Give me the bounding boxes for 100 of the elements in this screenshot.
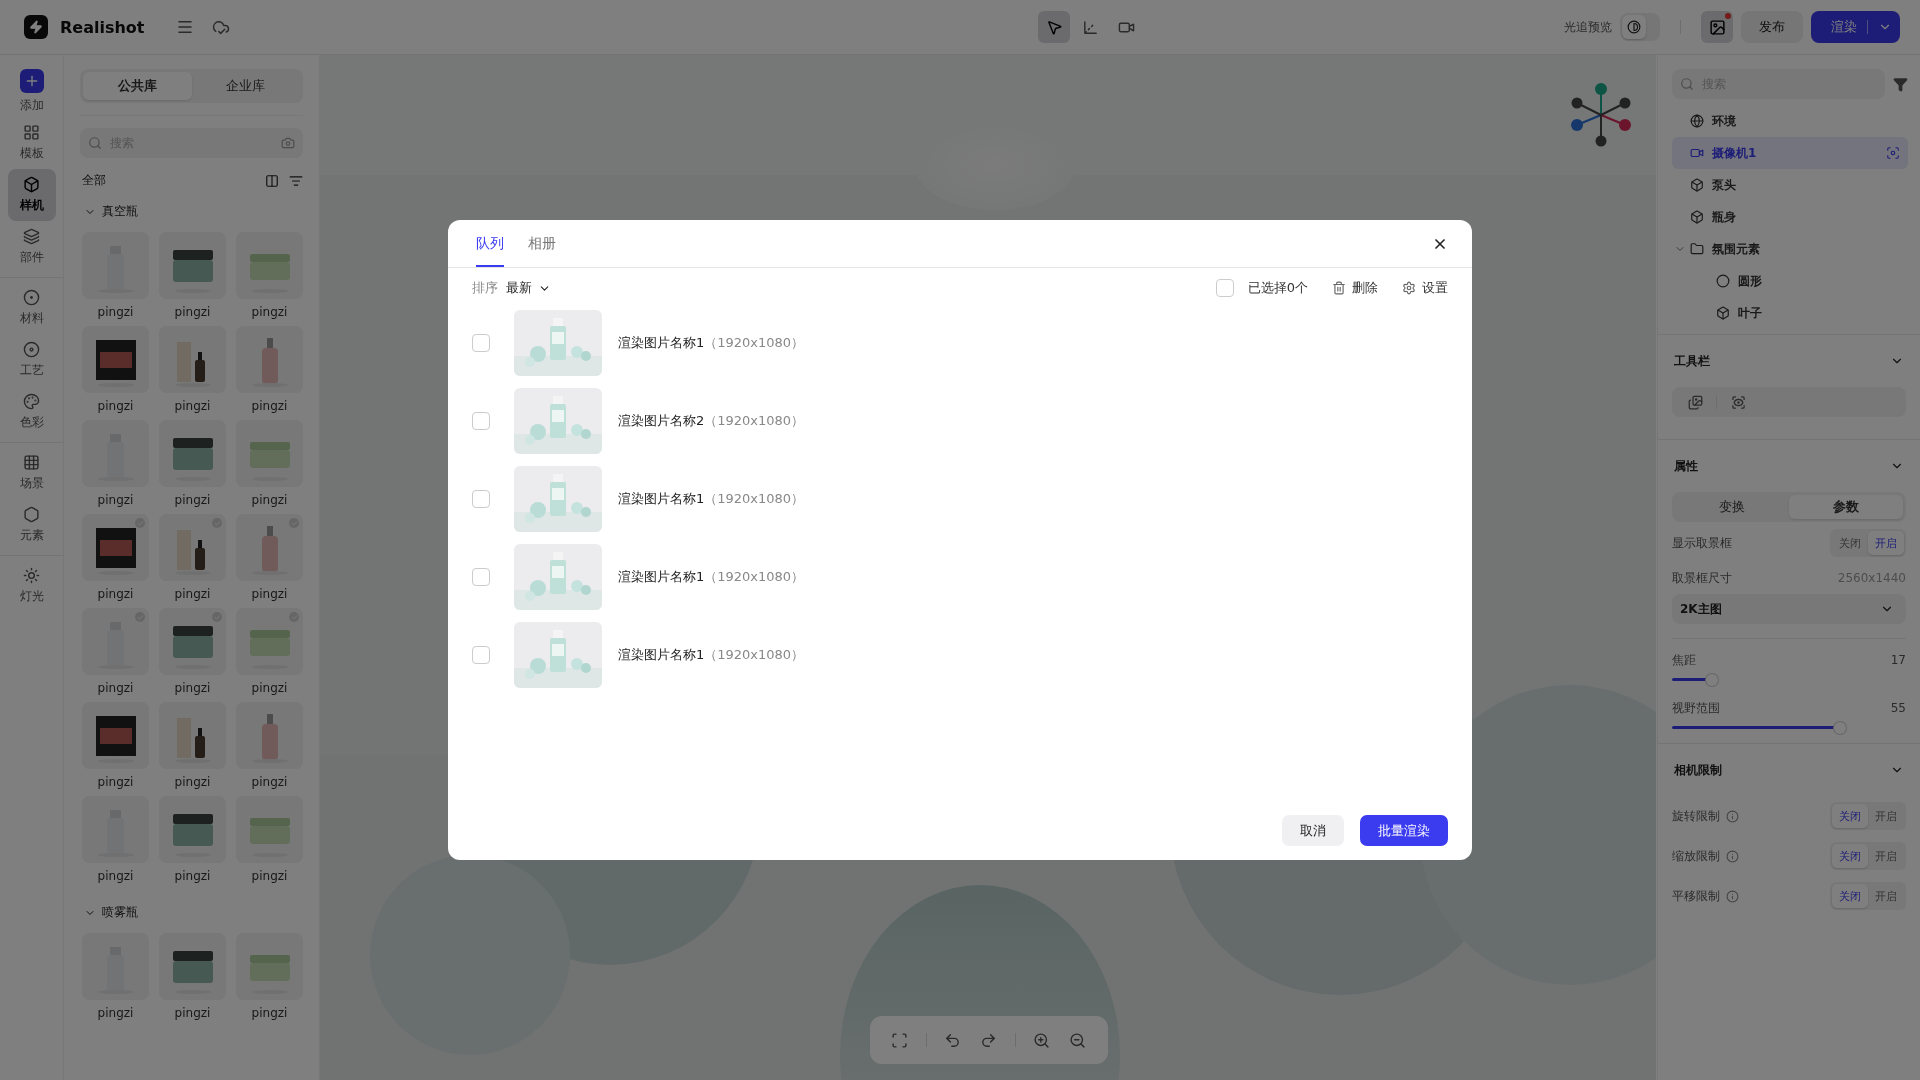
field-label: 平移限制 (1672, 887, 1720, 905)
section-header[interactable]: 工具栏 (1672, 335, 1906, 387)
rail-item[interactable]: 元素 (7, 499, 56, 551)
filter-label: 全部 (82, 172, 106, 189)
plus-icon (19, 68, 44, 93)
property-tab[interactable]: 变换 (1675, 495, 1789, 519)
category-title: 真空瓶 (102, 203, 138, 220)
toggle-option[interactable]: 开启 (1868, 531, 1904, 555)
section-header[interactable]: 属性 (1672, 440, 1906, 492)
asset-label: pingzi (251, 681, 288, 695)
tree-item-label: 瓶身 (1712, 208, 1736, 226)
tree-item-label: 环境 (1712, 112, 1736, 130)
toggle-option[interactable]: 开启 (1868, 844, 1904, 868)
asset-label: pingzi (97, 587, 134, 601)
tree-item[interactable]: 摄像机1 (1672, 137, 1908, 169)
gallery-button[interactable] (1701, 11, 1733, 43)
disc-icon (23, 341, 40, 358)
cloud-icon (211, 18, 230, 36)
tree-item[interactable]: 氛围元素 (1672, 233, 1908, 265)
section-title: 相机限制 (1674, 761, 1722, 779)
field-label: 旋转限制 (1672, 807, 1720, 825)
library-tab[interactable]: 企业库 (191, 72, 300, 100)
category-header[interactable]: 真空瓶 (84, 203, 303, 220)
ray-preview-label: 光追预览 (1564, 18, 1612, 36)
property-tab[interactable]: 参数 (1789, 495, 1903, 519)
asset-label: pingzi (174, 493, 211, 507)
globe-icon (1690, 114, 1704, 128)
rail-item[interactable]: 灯光 (7, 560, 56, 612)
asset-label: pingzi (174, 869, 211, 883)
toggle-option[interactable]: 关闭 (1832, 884, 1868, 908)
preset-select[interactable]: 2K主图 (1672, 594, 1906, 624)
tree-item-label: 圆形 (1738, 272, 1762, 290)
tree-item[interactable]: 泵头 (1672, 169, 1908, 201)
rail-item[interactable]: 场景 (7, 447, 56, 499)
asset-label: pingzi (174, 305, 211, 319)
asset-label: pingzi (97, 305, 134, 319)
tree-item[interactable]: 环境 (1672, 105, 1908, 137)
tool-button[interactable] (1038, 11, 1071, 43)
tree-item[interactable]: 叶子 (1672, 297, 1908, 329)
menu-icon (175, 18, 194, 36)
toggle-option[interactable]: 关闭 (1832, 844, 1868, 868)
search-icon (88, 136, 102, 150)
rail-label: 添加 (19, 96, 44, 114)
toggle-option[interactable]: 关闭 (1832, 804, 1868, 828)
slider-thumb[interactable] (1706, 674, 1718, 686)
columns-icon (265, 173, 279, 188)
contrast-icon (1627, 20, 1641, 34)
grid-icon (23, 124, 40, 141)
asset-label: pingzi (251, 1006, 288, 1020)
slider-label: 视野范围 (1672, 699, 1720, 717)
asset-label: pingzi (251, 587, 288, 601)
asset-label: pingzi (251, 493, 288, 507)
images-icon (1687, 394, 1703, 410)
category-title: 喷雾瓶 (102, 904, 138, 921)
notification-dot (1725, 13, 1731, 19)
folder-icon (1690, 242, 1704, 256)
section-title: 工具栏 (1674, 352, 1710, 370)
toggle-option[interactable]: 关闭 (1832, 531, 1868, 555)
slider-value: 55 (1890, 701, 1906, 715)
toggle-option[interactable]: 开启 (1868, 884, 1904, 908)
slider-value: 17 (1890, 653, 1906, 667)
info-icon (1726, 889, 1739, 903)
rail-item[interactable]: 部件 (7, 221, 56, 273)
rail-label: 部件 (19, 249, 44, 266)
cube-icon (1690, 210, 1704, 224)
tree-item-label: 泵头 (1712, 176, 1736, 194)
tree-item-label: 摄像机1 (1712, 144, 1757, 162)
rail-item[interactable]: 样机 (7, 169, 56, 221)
ray-preview-toggle[interactable] (1620, 13, 1660, 41)
focus-icon (1886, 146, 1900, 160)
slider-thumb[interactable] (1833, 722, 1846, 734)
asset-label: pingzi (97, 1006, 134, 1020)
toggle-option[interactable]: 开启 (1868, 804, 1904, 828)
publish-button[interactable]: 发布 (1741, 11, 1803, 43)
asset-label: pingzi (174, 775, 211, 789)
section-header[interactable]: 相机限制 (1672, 744, 1906, 796)
rail-item[interactable]: 模板 (7, 117, 56, 169)
tree-item[interactable]: 圆形 (1672, 265, 1908, 297)
asset-label: pingzi (251, 399, 288, 413)
sun-icon (23, 567, 40, 584)
rail-item[interactable]: 添加 (7, 65, 56, 117)
rail-item[interactable]: 工艺 (7, 334, 56, 386)
asset-label: pingzi (97, 775, 134, 789)
palette-icon (23, 393, 40, 410)
asset-label: pingzi (251, 775, 288, 789)
rail-label: 场景 (19, 475, 44, 492)
asset-label: pingzi (174, 681, 211, 695)
asset-label: pingzi (97, 399, 134, 413)
asset-label: pingzi (174, 399, 211, 413)
rail-item[interactable]: 材料 (7, 282, 56, 334)
camera-icon (281, 136, 295, 150)
search-icon (1680, 77, 1694, 91)
render-button[interactable]: 渲染 (1811, 11, 1900, 43)
asset-label: pingzi (97, 493, 134, 507)
rail-item[interactable]: 色彩 (7, 386, 56, 438)
category-header[interactable]: 喷雾瓶 (84, 904, 303, 921)
tree-item[interactable]: 瓶身 (1672, 201, 1908, 233)
field-label: 取景框尺寸 (1672, 569, 1732, 587)
library-tab[interactable]: 公共库 (83, 72, 192, 100)
checker-icon (23, 454, 40, 471)
